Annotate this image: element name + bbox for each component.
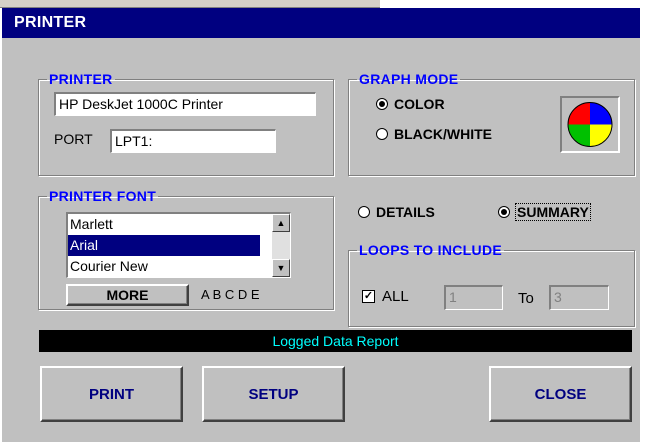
print-button-label: PRINT (89, 385, 134, 403)
loops-to-label: To (518, 290, 534, 307)
graph-mode-legend: GRAPH MODE (359, 71, 459, 87)
setup-button-label: SETUP (248, 385, 299, 403)
color-wheel-icon (560, 96, 620, 153)
port-field[interactable]: LPT1: (110, 129, 276, 153)
printer-group: PRINTER (38, 71, 334, 176)
status-bar: Logged Data Report (39, 330, 632, 352)
font-listbox[interactable]: Marlett Arial Courier New ▲ ▼ (66, 212, 291, 278)
close-button[interactable]: CLOSE (489, 366, 632, 422)
more-button[interactable]: MORE (66, 284, 189, 306)
desktop-background (638, 8, 653, 442)
black-white-radio[interactable]: BLACK/WHITE (376, 126, 492, 142)
close-button-label: CLOSE (534, 385, 587, 403)
more-button-label: MORE (106, 287, 149, 303)
loops-from-field[interactable]: 1 (444, 285, 503, 310)
printer-group-legend: PRINTER (49, 71, 113, 87)
print-button[interactable]: PRINT (40, 366, 183, 422)
title-bar: PRINTER (2, 8, 640, 38)
font-list-item[interactable]: Courier New (68, 256, 260, 277)
font-list-scrollbar[interactable]: ▲ ▼ (272, 214, 290, 277)
loops-to-field[interactable]: 3 (549, 285, 609, 310)
printer-font-legend: PRINTER FONT (49, 188, 157, 204)
summary-radio[interactable]: SUMMARY (498, 203, 591, 221)
setup-button[interactable]: SETUP (202, 366, 345, 422)
black-white-radio-label: BLACK/WHITE (394, 126, 492, 142)
color-radio-label: COLOR (394, 96, 445, 112)
all-loops-label: ALL (382, 288, 409, 305)
scroll-down-icon[interactable]: ▼ (272, 259, 290, 277)
port-label: PORT (54, 131, 93, 147)
color-radio[interactable]: COLOR (376, 96, 445, 112)
background-window-strip (0, 0, 380, 8)
all-loops-checkbox[interactable]: ✓ (362, 290, 375, 303)
loops-legend: LOOPS TO INCLUDE (359, 242, 502, 258)
summary-radio-label: SUMMARY (515, 203, 591, 221)
background-window-edge (0, 0, 653, 8)
scroll-up-icon[interactable]: ▲ (272, 214, 290, 232)
radio-unselected-icon (376, 128, 388, 140)
radio-unselected-icon (358, 206, 370, 218)
printer-dialog: PRINTER PRINTER HP DeskJet 1000C Printer… (0, 8, 640, 442)
radio-selected-icon (498, 206, 510, 218)
font-list-item[interactable]: Marlett (68, 214, 260, 235)
font-sample-text: A B C D E (201, 287, 260, 302)
printer-name-field[interactable]: HP DeskJet 1000C Printer (54, 92, 316, 116)
details-radio[interactable]: DETAILS (358, 204, 435, 220)
radio-selected-icon (376, 98, 388, 110)
details-radio-label: DETAILS (376, 204, 435, 220)
font-list-item-selected[interactable]: Arial (68, 235, 260, 256)
